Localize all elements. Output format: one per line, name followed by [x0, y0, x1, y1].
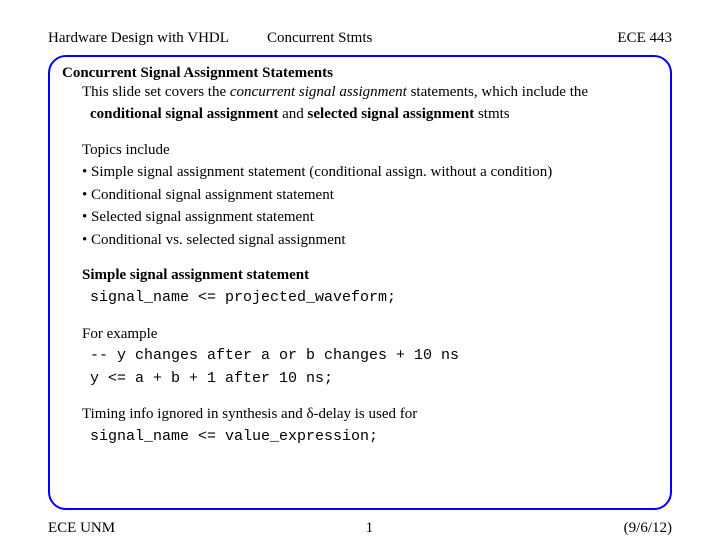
header-code: ECE 443 [617, 30, 672, 47]
code-syntax-1: signal_name <= projected_waveform; [90, 287, 656, 310]
header-topic: Concurrent Stmts [267, 30, 372, 47]
bullet-1: • Simple signal assignment statement (co… [82, 161, 656, 184]
footer-date: (9/6/12) [624, 520, 672, 537]
intro-line-2: conditional signal assignment and select… [90, 104, 656, 126]
page-footer: ECE UNM 1 (9/6/12) [48, 520, 672, 537]
timing-note: Timing info ignored in synthesis and δ-d… [82, 404, 656, 426]
slide-title: Concurrent Signal Assignment Statements [62, 65, 656, 82]
intro2-b1: conditional signal assignment [90, 106, 278, 122]
intro-pre: This slide set covers the [82, 84, 230, 100]
intro-emph: concurrent signal assignment [230, 84, 407, 100]
slide-page: Hardware Design with VHDL Concurrent Stm… [0, 0, 720, 557]
intro2-b2: selected signal assignment [308, 106, 475, 122]
example-label: For example [82, 324, 656, 346]
intro2-mid: and [278, 106, 307, 122]
code-example: y <= a + b + 1 after 10 ns; [90, 368, 656, 391]
code-syntax-2: signal_name <= value_expression; [90, 426, 656, 449]
code-comment: -- y changes after a or b changes + 10 n… [90, 345, 656, 368]
intro-post: statements, which include the [407, 84, 588, 100]
intro-line-1: This slide set covers the concurrent sig… [82, 82, 656, 104]
header-course: Hardware Design with VHDL [48, 30, 229, 47]
footer-page-number: 1 [366, 520, 374, 537]
bullet-4: • Conditional vs. selected signal assign… [82, 229, 656, 252]
footer-left: ECE UNM [48, 520, 115, 537]
bullet-3: • Selected signal assignment statement [82, 206, 656, 229]
intro2-post: stmts [474, 106, 509, 122]
header-left-group: Hardware Design with VHDL Concurrent Stm… [48, 30, 372, 47]
page-header: Hardware Design with VHDL Concurrent Stm… [48, 30, 672, 47]
section-simple-title: Simple signal assignment statement [82, 265, 656, 287]
topics-label: Topics include [82, 140, 656, 162]
content-frame: Concurrent Signal Assignment Statements … [48, 55, 672, 510]
bullet-2: • Conditional signal assignment statemen… [82, 184, 656, 207]
